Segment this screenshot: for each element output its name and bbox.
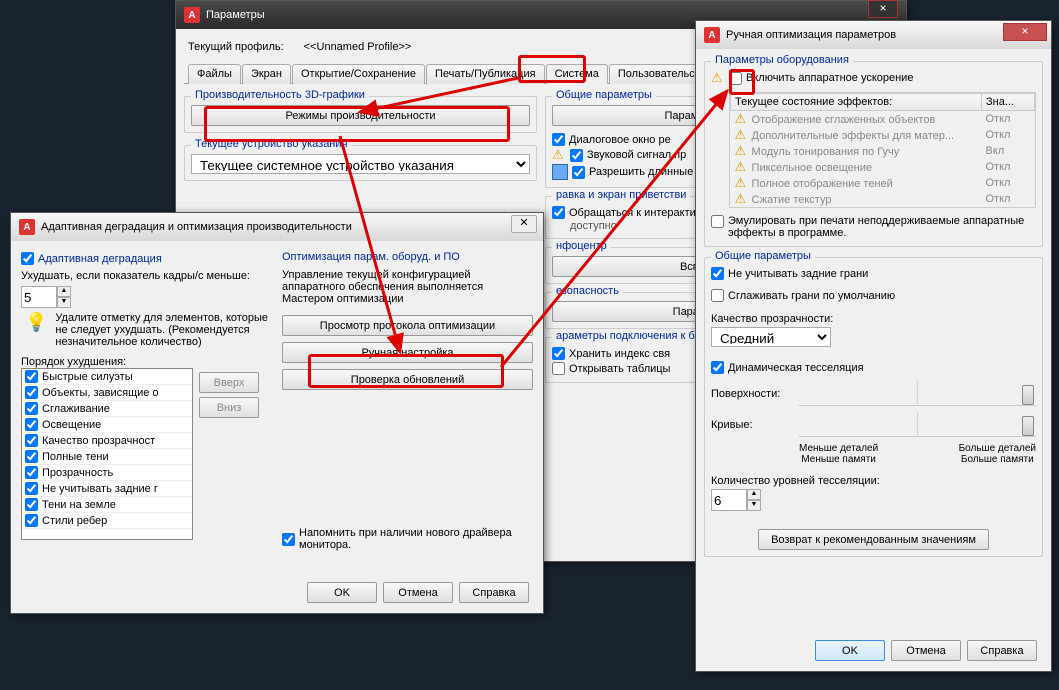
warn-icon [711, 71, 725, 85]
surfaces-slider[interactable] [799, 381, 1036, 406]
adaptive-title: Адаптивная деградация и оптимизация прои… [41, 221, 352, 233]
profile-label: Текущий профиль: [188, 41, 284, 55]
tess-chk[interactable] [711, 361, 724, 374]
manual-ok[interactable]: OK [815, 640, 885, 661]
tab-print[interactable]: Печать/Публикация [426, 64, 545, 84]
adaptive-cancel[interactable]: Отмена [383, 582, 453, 603]
list-item[interactable]: Тени на земле [22, 497, 192, 513]
list-item[interactable]: Объекты, зависящие о [22, 385, 192, 401]
adapt-chk[interactable] [21, 252, 34, 265]
table-row[interactable]: Отображение сглаженных объектовОткл [731, 111, 1035, 128]
tab-screen[interactable]: Экран [242, 64, 291, 84]
degrade-spinner[interactable]: ▲▼ [21, 286, 272, 308]
curves-slider[interactable] [799, 412, 1036, 437]
perf-group-title: Производительность 3D-графики [191, 89, 369, 101]
ignore-back-chk[interactable] [711, 267, 724, 280]
perf-modes-button[interactable]: Режимы производительности [191, 105, 530, 126]
long-names-chk[interactable] [572, 166, 585, 179]
down-button[interactable]: Вниз [199, 397, 259, 418]
adaptive-titlebar: A Адаптивная деградация и оптимизация пр… [11, 213, 543, 241]
general-group-title: Общие параметры [552, 89, 656, 101]
emulate-chk[interactable] [711, 215, 724, 228]
list-item[interactable]: Качество прозрачност [22, 433, 192, 449]
pointer-group: Текущее устройство указания Текущее сист… [184, 145, 537, 181]
list-item[interactable]: Прозрачность [22, 465, 192, 481]
perf-group: Производительность 3D-графики Режимы про… [184, 96, 537, 133]
transparency-select[interactable]: Средний [711, 327, 831, 347]
dialog-restore-chk[interactable] [552, 133, 565, 146]
notify-chk[interactable] [282, 533, 295, 546]
pointer-select[interactable]: Текущее системное устройство указания [191, 154, 530, 174]
manual-cancel[interactable]: Отмена [891, 640, 961, 661]
close-icon[interactable]: × [868, 0, 898, 18]
sound-chk[interactable] [570, 149, 583, 162]
pointer-group-title: Текущее устройство указания [191, 138, 352, 150]
table-row[interactable]: Дополнительные эффекты для матер...Откл [731, 127, 1035, 143]
profile-value: <<Unnamed Profile>> [304, 41, 412, 55]
close-icon[interactable]: ✕ [511, 215, 537, 233]
degrade-list[interactable]: Быстрые силуэтыОбъекты, зависящие оСглаж… [21, 368, 193, 540]
list-item[interactable]: Освещение [22, 417, 192, 433]
app-icon: A [19, 219, 35, 235]
spin-up[interactable]: ▲ [57, 286, 71, 297]
reset-button[interactable]: Возврат к рекомендованным значениям [758, 529, 989, 550]
warn-icon [735, 176, 749, 190]
effects-table: Текущее состояние эффектов:Зна... Отобра… [730, 93, 1035, 207]
warn-icon [735, 128, 749, 142]
adaptive-body: Адаптивная деградация Ухудшать, если пок… [11, 241, 543, 562]
list-item[interactable]: Полные тени [22, 449, 192, 465]
hw-group: Параметры оборудования Включить аппаратн… [704, 61, 1043, 247]
warn-icon [735, 160, 749, 174]
manual-dialog: A Ручная оптимизация параметров × Параме… [695, 20, 1052, 672]
table-row[interactable]: Полное отображение тенейОткл [731, 175, 1035, 191]
help-int-chk[interactable] [552, 206, 565, 219]
tess-spinner[interactable]: ▲▼ [711, 489, 1036, 511]
tab-files[interactable]: Файлы [188, 64, 241, 84]
warn-icon [735, 144, 749, 158]
table-row[interactable]: Пиксельное освещениеОткл [731, 159, 1035, 175]
app-icon: A [184, 7, 200, 23]
table-row[interactable]: Сжатие текстурОткл [731, 191, 1035, 207]
app-icon: A [704, 27, 720, 43]
adaptive-dialog: A Адаптивная деградация и оптимизация пр… [10, 212, 544, 614]
adaptive-ok[interactable]: OK [307, 582, 377, 603]
layers-icon [552, 164, 568, 180]
tab-open-save[interactable]: Открытие/Сохранение [292, 64, 425, 84]
manual-help[interactable]: Справка [967, 640, 1037, 661]
manual-title: Ручная оптимизация параметров [726, 29, 896, 41]
spin-down[interactable]: ▼ [57, 297, 71, 308]
store-index-chk[interactable] [552, 347, 565, 360]
params-title: Параметры [206, 9, 265, 21]
tab-system[interactable]: Система [546, 64, 608, 84]
smooth-chk[interactable] [711, 289, 724, 302]
list-item[interactable]: Сглаживание [22, 401, 192, 417]
adaptive-help[interactable]: Справка [459, 582, 529, 603]
manual-titlebar: A Ручная оптимизация параметров × [696, 21, 1051, 49]
list-item[interactable]: Не учитывать задние г [22, 481, 192, 497]
close-icon[interactable]: × [1003, 23, 1047, 41]
list-item[interactable]: Стили ребер [22, 513, 192, 529]
enable-hw-chk[interactable] [729, 72, 742, 85]
warn-icon [552, 148, 566, 162]
help-group-title: равка и экран приветстви [552, 189, 690, 201]
manual-body: Параметры оборудования Включить аппаратн… [696, 49, 1051, 569]
bulb-icon: 💡 [25, 312, 47, 336]
gen-group: Общие параметры Не учитывать задние гран… [704, 257, 1043, 557]
list-item[interactable]: Быстрые силуэты [22, 369, 192, 385]
warn-icon [735, 192, 749, 206]
table-row[interactable]: Модуль тонирования по ГучуВкл [731, 143, 1035, 159]
view-log-button[interactable]: Просмотр протокола оптимизации [282, 315, 533, 336]
open-tables-chk[interactable] [552, 362, 565, 375]
warn-icon [735, 112, 749, 126]
manual-button[interactable]: Ручная настройка [282, 342, 533, 363]
check-upd-button[interactable]: Проверка обновлений [282, 369, 533, 390]
up-button[interactable]: Вверх [199, 372, 259, 393]
